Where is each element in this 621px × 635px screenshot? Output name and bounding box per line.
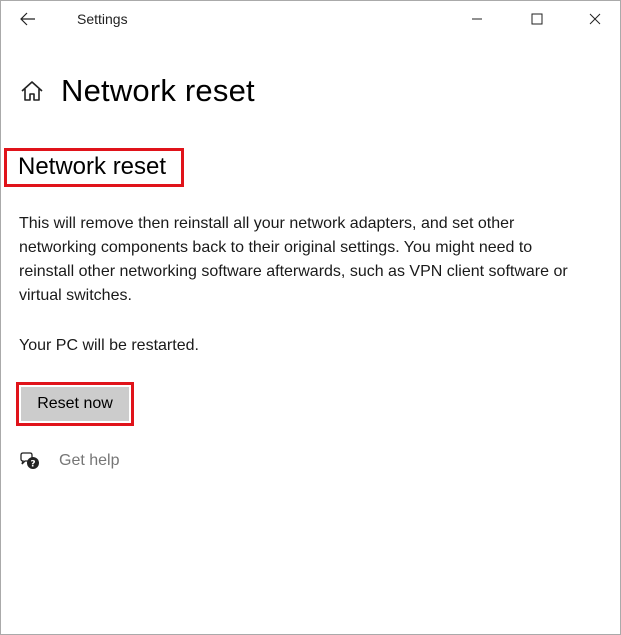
get-help-link[interactable]: ? Get help [19,448,119,474]
maximize-icon [531,13,543,25]
app-title: Settings [77,11,128,27]
home-icon[interactable] [19,78,45,104]
back-arrow-icon [20,12,35,26]
close-icon [589,13,601,25]
section-title: Network reset [18,153,167,180]
minimize-icon [472,18,482,20]
page-title: Network reset [61,73,255,108]
restart-note: Your PC will be restarted. [19,337,199,354]
settings-window: Settings Network reset Network reset Thi… [0,0,621,635]
close-button[interactable] [575,5,615,33]
page-header: Network reset [19,71,255,111]
reset-now-button[interactable]: Reset now [21,387,129,421]
svg-text:?: ? [30,460,35,470]
back-button[interactable] [13,5,43,33]
help-chat-icon: ? [19,450,41,472]
maximize-button[interactable] [517,5,557,33]
title-bar: Settings [1,1,620,37]
minimize-button[interactable] [457,5,497,33]
get-help-label: Get help [59,452,120,469]
reset-description: This will remove then reinstall all your… [19,215,568,304]
